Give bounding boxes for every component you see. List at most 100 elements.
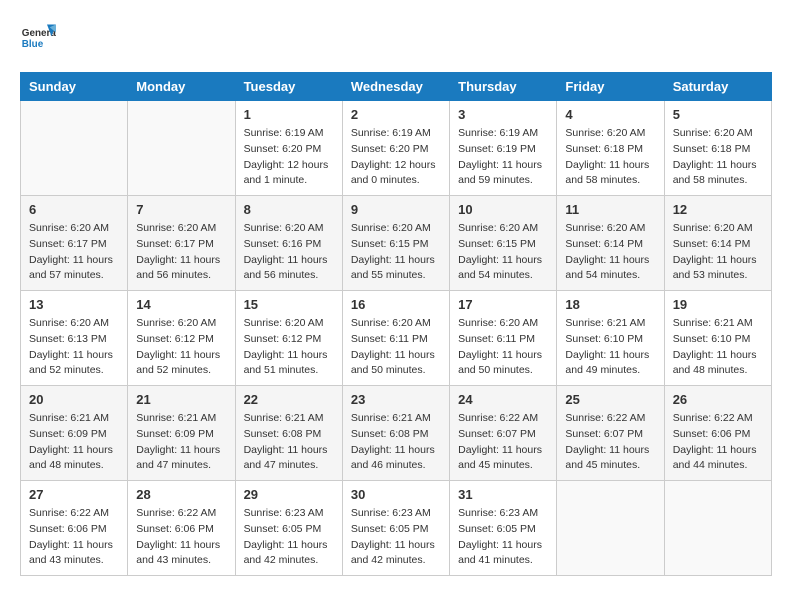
- calendar-week-row: 1 Sunrise: 6:19 AM Sunset: 6:20 PM Daylig…: [21, 101, 772, 196]
- calendar-cell: 2 Sunrise: 6:19 AM Sunset: 6:20 PM Daylig…: [342, 101, 449, 196]
- calendar-cell: 21Sunrise: 6:21 AM Sunset: 6:09 PM Dayli…: [128, 386, 235, 481]
- calendar-cell: 15 Sunrise: 6:20 AM Sunset: 6:12 PM Dayli…: [235, 291, 342, 386]
- calendar-cell: 9 Sunrise: 6:20 AM Sunset: 6:15 PM Daylig…: [342, 196, 449, 291]
- day-number: 29: [244, 487, 334, 502]
- calendar-cell: [557, 481, 664, 576]
- day-number: 30: [351, 487, 441, 502]
- day-info: Sunrise: 6:23 AM Sunset: 6:05 PM Dayligh…: [458, 506, 548, 569]
- calendar-cell: 6 Sunrise: 6:20 AM Sunset: 6:17 PM Daylig…: [21, 196, 128, 291]
- day-info: Sunrise: 6:22 AM Sunset: 6:06 PM Dayligh…: [673, 411, 763, 474]
- day-info: Sunrise: 6:20 AM Sunset: 6:15 PM Dayligh…: [458, 221, 548, 284]
- day-number: 4: [565, 107, 655, 122]
- day-number: 5: [673, 107, 763, 122]
- day-info: Sunrise: 6:22 AM Sunset: 6:07 PM Dayligh…: [565, 411, 655, 474]
- calendar-cell: 10 Sunrise: 6:20 AM Sunset: 6:15 PM Dayli…: [450, 196, 557, 291]
- weekday-header-wednesday: Wednesday: [342, 73, 449, 101]
- weekday-header-sunday: Sunday: [21, 73, 128, 101]
- day-number: 14: [136, 297, 226, 312]
- calendar-cell: 19 Sunrise: 6:21 AM Sunset: 6:10 PM Dayli…: [664, 291, 771, 386]
- calendar-cell: 13 Sunrise: 6:20 AM Sunset: 6:13 PM Dayli…: [21, 291, 128, 386]
- day-number: 3: [458, 107, 548, 122]
- day-number: 15: [244, 297, 334, 312]
- calendar-cell: 24Sunrise: 6:22 AM Sunset: 6:07 PM Dayli…: [450, 386, 557, 481]
- day-number: 12: [673, 202, 763, 217]
- day-number: 31: [458, 487, 548, 502]
- day-number: 26: [673, 392, 763, 407]
- day-number: 16: [351, 297, 441, 312]
- calendar-cell: 16 Sunrise: 6:20 AM Sunset: 6:11 PM Dayli…: [342, 291, 449, 386]
- calendar-cell: 3 Sunrise: 6:19 AM Sunset: 6:19 PM Daylig…: [450, 101, 557, 196]
- calendar-week-row: 13 Sunrise: 6:20 AM Sunset: 6:13 PM Dayli…: [21, 291, 772, 386]
- day-info: Sunrise: 6:21 AM Sunset: 6:08 PM Dayligh…: [244, 411, 334, 474]
- calendar-cell: 30 Sunrise: 6:23 AM Sunset: 6:05 PM Dayli…: [342, 481, 449, 576]
- weekday-header-thursday: Thursday: [450, 73, 557, 101]
- calendar-cell: 31 Sunrise: 6:23 AM Sunset: 6:05 PM Dayli…: [450, 481, 557, 576]
- calendar-cell: 5 Sunrise: 6:20 AM Sunset: 6:18 PM Daylig…: [664, 101, 771, 196]
- calendar-cell: 12 Sunrise: 6:20 AM Sunset: 6:14 PM Dayli…: [664, 196, 771, 291]
- day-info: Sunrise: 6:23 AM Sunset: 6:05 PM Dayligh…: [244, 506, 334, 569]
- calendar-cell: 8Sunrise: 6:20 AM Sunset: 6:16 PM Daylig…: [235, 196, 342, 291]
- day-info: Sunrise: 6:20 AM Sunset: 6:11 PM Dayligh…: [458, 316, 548, 379]
- day-info: Sunrise: 6:19 AM Sunset: 6:20 PM Dayligh…: [351, 126, 441, 189]
- day-info: Sunrise: 6:20 AM Sunset: 6:18 PM Dayligh…: [673, 126, 763, 189]
- weekday-header-saturday: Saturday: [664, 73, 771, 101]
- day-number: 21: [136, 392, 226, 407]
- calendar-cell: 18 Sunrise: 6:21 AM Sunset: 6:10 PM Dayli…: [557, 291, 664, 386]
- day-info: Sunrise: 6:20 AM Sunset: 6:17 PM Dayligh…: [136, 221, 226, 284]
- calendar-cell: 25 Sunrise: 6:22 AM Sunset: 6:07 PM Dayli…: [557, 386, 664, 481]
- day-info: Sunrise: 6:21 AM Sunset: 6:10 PM Dayligh…: [673, 316, 763, 379]
- calendar-cell: 17 Sunrise: 6:20 AM Sunset: 6:11 PM Dayli…: [450, 291, 557, 386]
- day-info: Sunrise: 6:21 AM Sunset: 6:10 PM Dayligh…: [565, 316, 655, 379]
- day-number: 28: [136, 487, 226, 502]
- day-number: 1: [244, 107, 334, 122]
- day-number: 17: [458, 297, 548, 312]
- day-number: 8: [244, 202, 334, 217]
- day-info: Sunrise: 6:23 AM Sunset: 6:05 PM Dayligh…: [351, 506, 441, 569]
- day-number: 2: [351, 107, 441, 122]
- day-info: Sunrise: 6:19 AM Sunset: 6:19 PM Dayligh…: [458, 126, 548, 189]
- calendar-week-row: 27 Sunrise: 6:22 AM Sunset: 6:06 PM Dayli…: [21, 481, 772, 576]
- day-number: 22: [244, 392, 334, 407]
- day-number: 18: [565, 297, 655, 312]
- calendar-cell: 11Sunrise: 6:20 AM Sunset: 6:14 PM Dayli…: [557, 196, 664, 291]
- day-info: Sunrise: 6:20 AM Sunset: 6:18 PM Dayligh…: [565, 126, 655, 189]
- calendar-cell: 20 Sunrise: 6:21 AM Sunset: 6:09 PM Dayli…: [21, 386, 128, 481]
- day-info: Sunrise: 6:20 AM Sunset: 6:12 PM Dayligh…: [136, 316, 226, 379]
- logo: General Blue: [20, 20, 56, 56]
- day-number: 19: [673, 297, 763, 312]
- day-number: 6: [29, 202, 119, 217]
- calendar-week-row: 20 Sunrise: 6:21 AM Sunset: 6:09 PM Dayli…: [21, 386, 772, 481]
- weekday-header-tuesday: Tuesday: [235, 73, 342, 101]
- calendar-cell: 22 Sunrise: 6:21 AM Sunset: 6:08 PM Dayli…: [235, 386, 342, 481]
- calendar-week-row: 6 Sunrise: 6:20 AM Sunset: 6:17 PM Daylig…: [21, 196, 772, 291]
- day-number: 13: [29, 297, 119, 312]
- day-number: 27: [29, 487, 119, 502]
- calendar-cell: 4 Sunrise: 6:20 AM Sunset: 6:18 PM Daylig…: [557, 101, 664, 196]
- calendar-table: SundayMondayTuesdayWednesdayThursdayFrid…: [20, 72, 772, 576]
- svg-text:Blue: Blue: [22, 39, 44, 50]
- day-info: Sunrise: 6:20 AM Sunset: 6:11 PM Dayligh…: [351, 316, 441, 379]
- day-info: Sunrise: 6:20 AM Sunset: 6:14 PM Dayligh…: [565, 221, 655, 284]
- day-number: 20: [29, 392, 119, 407]
- day-info: Sunrise: 6:20 AM Sunset: 6:12 PM Dayligh…: [244, 316, 334, 379]
- calendar-cell: 1Sunrise: 6:19 AM Sunset: 6:20 PM Daylig…: [235, 101, 342, 196]
- day-info: Sunrise: 6:22 AM Sunset: 6:07 PM Dayligh…: [458, 411, 548, 474]
- day-info: Sunrise: 6:20 AM Sunset: 6:15 PM Dayligh…: [351, 221, 441, 284]
- logo-icon: General Blue: [20, 20, 56, 56]
- day-number: 10: [458, 202, 548, 217]
- calendar-cell: 14 Sunrise: 6:20 AM Sunset: 6:12 PM Dayli…: [128, 291, 235, 386]
- day-number: 25: [565, 392, 655, 407]
- calendar-cell: 29 Sunrise: 6:23 AM Sunset: 6:05 PM Dayli…: [235, 481, 342, 576]
- calendar-cell: 7 Sunrise: 6:20 AM Sunset: 6:17 PM Daylig…: [128, 196, 235, 291]
- calendar-cell: [128, 101, 235, 196]
- day-info: Sunrise: 6:20 AM Sunset: 6:14 PM Dayligh…: [673, 221, 763, 284]
- calendar-cell: 26 Sunrise: 6:22 AM Sunset: 6:06 PM Dayli…: [664, 386, 771, 481]
- day-info: Sunrise: 6:22 AM Sunset: 6:06 PM Dayligh…: [29, 506, 119, 569]
- day-info: Sunrise: 6:20 AM Sunset: 6:17 PM Dayligh…: [29, 221, 119, 284]
- calendar-cell: 27 Sunrise: 6:22 AM Sunset: 6:06 PM Dayli…: [21, 481, 128, 576]
- day-number: 7: [136, 202, 226, 217]
- day-info: Sunrise: 6:21 AM Sunset: 6:09 PM Dayligh…: [29, 411, 119, 474]
- calendar-cell: 28Sunrise: 6:22 AM Sunset: 6:06 PM Dayli…: [128, 481, 235, 576]
- day-number: 9: [351, 202, 441, 217]
- day-info: Sunrise: 6:20 AM Sunset: 6:13 PM Dayligh…: [29, 316, 119, 379]
